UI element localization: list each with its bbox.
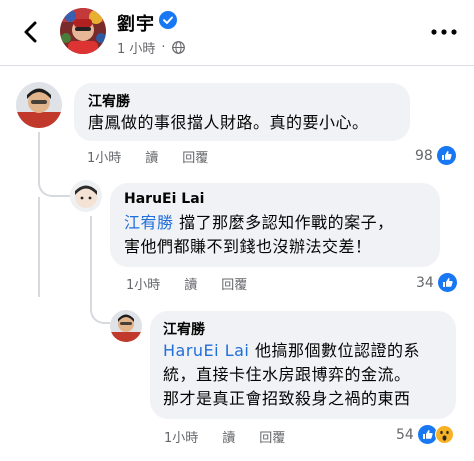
post-header: 劉宇 1 小時 · [0, 0, 474, 66]
mention-link[interactable]: 江宥勝 [124, 213, 174, 232]
more-options-icon[interactable] [430, 27, 458, 37]
comment-time[interactable]: 1小時 [87, 147, 121, 166]
wow-icon [434, 425, 454, 444]
thread-connector [38, 170, 70, 197]
comment-line: 統，直接卡住水房跟博弈的金流。 [163, 365, 411, 384]
mention-link[interactable]: HaruEi Lai [163, 341, 249, 360]
like-icon [437, 273, 457, 292]
comment-line: 他搞那個數位認證的系 [254, 341, 420, 360]
comment-author[interactable]: 江宥勝 [163, 319, 205, 339]
reply-button[interactable]: 回覆 [221, 274, 247, 293]
comment-line: 唐鳳做的事很擋人財路。真的要小心。 [88, 113, 369, 132]
reply-button[interactable]: 回覆 [182, 147, 208, 166]
see-link[interactable]: 讀 [145, 147, 158, 166]
comment-text: 那才是真正會招致殺身之禍的東西 [163, 387, 411, 411]
comment-text: 害他們都賺不到錢也沒辦法交差！ [124, 235, 372, 259]
thread-line [38, 197, 40, 297]
reaction-summary[interactable]: 54 [396, 425, 454, 444]
comment-line: 那才是真正會招致殺身之禍的東西 [163, 389, 411, 408]
like-icon [436, 146, 456, 165]
comment-actions: 1小時 讀 回覆 [164, 427, 285, 446]
post-meta: 1 小時 · [117, 38, 185, 57]
comment-text: HaruEi Lai 他搞那個數位認證的系 [163, 339, 420, 363]
comment-author[interactable]: 江宥勝 [88, 91, 130, 111]
thread-line [90, 216, 92, 296]
commenter-avatar[interactable] [110, 310, 142, 342]
comment-text: 唐鳳做的事很擋人財路。真的要小心。 [88, 111, 369, 135]
comment-time[interactable]: 1小時 [126, 274, 160, 293]
see-link[interactable]: 讀 [184, 274, 197, 293]
back-arrow-icon[interactable] [18, 18, 44, 46]
reply-button[interactable]: 回覆 [259, 427, 285, 446]
verified-badge-icon [159, 11, 177, 29]
comment-time[interactable]: 1小時 [164, 427, 198, 446]
dot-separator: · [161, 40, 166, 55]
comment-text: 統，直接卡住水房跟博弈的金流。 [163, 363, 411, 387]
comment-line: 擋了那麼多認知作戰的案子， [179, 213, 394, 232]
reaction-summary[interactable]: 34 [416, 273, 457, 292]
reaction-count: 34 [416, 274, 434, 291]
reaction-count: 98 [415, 147, 433, 164]
comment-line: 害他們都賺不到錢也沒辦法交差！ [124, 237, 372, 256]
post-author-name[interactable]: 劉宇 [117, 10, 155, 36]
comment-author[interactable]: HaruEi Lai [124, 191, 204, 207]
comment-text: 江宥勝 擋了那麼多認知作戰的案子， [124, 211, 394, 235]
comment-actions: 1小時 讀 回覆 [126, 274, 247, 293]
thread-connector [90, 296, 110, 324]
post-time[interactable]: 1 小時 [117, 38, 155, 57]
header-avatar[interactable] [60, 8, 106, 54]
commenter-avatar[interactable] [70, 180, 102, 212]
reaction-summary[interactable]: 98 [415, 146, 456, 165]
commenter-avatar[interactable] [16, 82, 62, 128]
comment-actions: 1小時 讀 回覆 [87, 147, 208, 166]
thread-line [38, 132, 40, 172]
globe-icon [171, 41, 185, 54]
see-link[interactable]: 讀 [222, 427, 235, 446]
reaction-count: 54 [396, 426, 414, 443]
